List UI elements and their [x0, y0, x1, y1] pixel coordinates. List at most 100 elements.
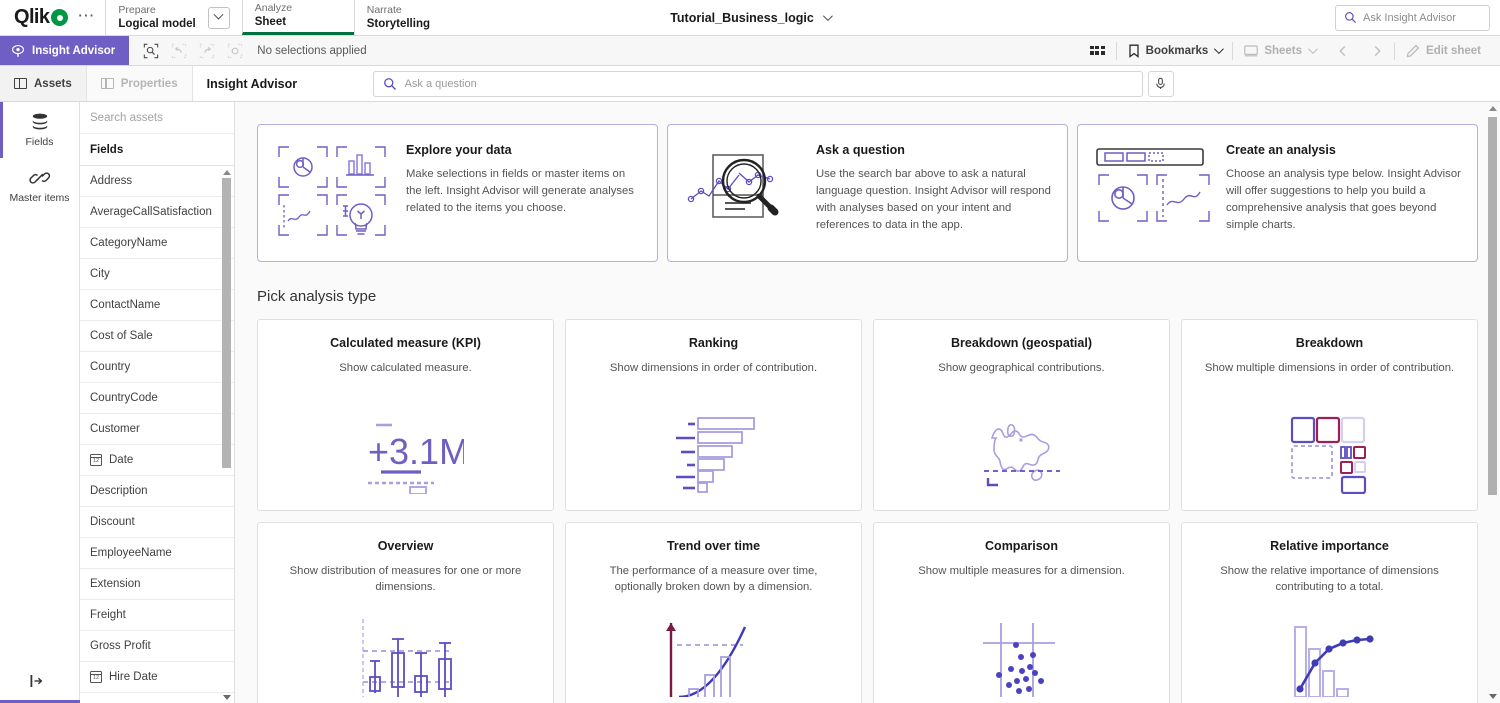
boxplot-art	[351, 619, 461, 697]
explore-data-illustration	[274, 143, 392, 239]
intro-card-ask[interactable]: Ask a question Use the search bar above …	[667, 124, 1068, 262]
chevron-down-icon	[1308, 44, 1318, 54]
list-item[interactable]: Extension	[80, 569, 234, 600]
create-analysis-illustration	[1094, 143, 1212, 229]
list-item[interactable]: Description	[80, 476, 234, 507]
undo-icon[interactable]	[166, 38, 192, 64]
scrollbar-thumb[interactable]	[1488, 117, 1497, 495]
scroll-up-icon[interactable]	[1486, 102, 1499, 115]
kpi-art: +3.1M	[348, 416, 464, 494]
search-assets-placeholder: Search assets	[90, 112, 163, 124]
analysis-card-comparison-title: Comparison	[985, 539, 1058, 553]
qlik-logo-text: Qlik	[14, 6, 49, 28]
insight-advisor-badge-label: Insight Advisor	[32, 45, 115, 57]
assets-scrollbar[interactable]	[221, 166, 232, 703]
nav-prepare[interactable]: Prepare Logical model	[105, 0, 241, 35]
prev-sheet-button[interactable]	[1326, 36, 1360, 66]
analysis-card-kpi-description: Show calculated measure.	[339, 360, 472, 376]
app-grid-button[interactable]	[1079, 36, 1116, 66]
scroll-up-icon[interactable]	[221, 166, 232, 178]
field-label: ContactName	[90, 299, 160, 311]
rail-item-master-items-label: Master items	[9, 192, 69, 204]
content-scrollbar[interactable]	[1486, 102, 1499, 703]
bookmarks-button[interactable]: Bookmarks	[1117, 36, 1233, 66]
microphone-button[interactable]	[1148, 71, 1174, 97]
main-body: Fields Master items Search assets Fields	[0, 102, 1500, 703]
breakdown-art	[1290, 416, 1370, 494]
ellipsis-icon[interactable]: ⋯	[77, 7, 95, 29]
ask-question-input[interactable]: Ask a question	[373, 71, 1143, 97]
fields-list[interactable]: Address AverageCallSatisfaction Category…	[80, 166, 234, 703]
nav-narrate[interactable]: Narrate Storytelling	[354, 0, 466, 35]
rail-item-master-items[interactable]: Master items	[0, 158, 79, 214]
analysis-card-ranking-description: Show dimensions in order of contribution…	[610, 360, 817, 376]
ask-question-placeholder: Ask a question	[405, 78, 477, 90]
list-item[interactable]: Customer	[80, 414, 234, 445]
tab-assets[interactable]: Assets	[0, 66, 87, 101]
analysis-card-relative-importance[interactable]: Relative importance Show the relative im…	[1181, 522, 1478, 703]
microphone-icon	[1154, 77, 1167, 90]
tab-properties[interactable]: Properties	[87, 66, 193, 101]
analysis-card-overview[interactable]: Overview Show distribution of measures f…	[257, 522, 554, 703]
list-item[interactable]: 12 Date	[80, 445, 234, 476]
rail-item-fields-label: Fields	[25, 136, 53, 148]
field-label: Cost of Sale	[90, 330, 153, 342]
scrollbar-thumb[interactable]	[222, 178, 231, 468]
analysis-card-trend[interactable]: Trend over time The performance of a mea…	[565, 522, 862, 703]
list-item[interactable]: Address	[80, 166, 234, 197]
analysis-card-ranking[interactable]: Ranking Show dimensions in order of cont…	[565, 319, 862, 511]
app-title-button[interactable]: Tutorial_Business_logic	[670, 11, 830, 25]
analysis-card-breakdown-geospatial[interactable]: Breakdown (geospatial) Show geographical…	[873, 319, 1170, 511]
sheets-label: Sheets	[1264, 45, 1302, 57]
nav-analyze[interactable]: Analyze Sheet	[242, 0, 354, 35]
scatter-art	[967, 619, 1077, 697]
nav-prepare-kicker: Prepare	[118, 4, 195, 17]
insight-advisor-badge[interactable]: Insight Advisor	[0, 36, 129, 65]
qlik-logo[interactable]: Qlik	[14, 7, 68, 28]
topbar-right: Ask Insight Advisor	[1335, 0, 1500, 35]
analysis-card-comparison[interactable]: Comparison Show multiple measures for a …	[873, 522, 1170, 703]
nav-narrate-value: Storytelling	[367, 17, 430, 31]
redo-icon[interactable]	[194, 38, 220, 64]
selection-status-text: No selections applied	[257, 45, 366, 57]
expand-panel-icon	[30, 674, 46, 688]
field-label: CategoryName	[90, 237, 167, 249]
rail-item-fields[interactable]: Fields	[0, 102, 79, 158]
scroll-down-icon[interactable]	[1486, 690, 1499, 703]
scroll-down-icon[interactable]	[221, 691, 232, 703]
ask-insight-advisor-input[interactable]: Ask Insight Advisor	[1335, 5, 1490, 31]
chevron-left-icon	[1337, 45, 1349, 57]
list-item[interactable]: AverageCallSatisfaction	[80, 197, 234, 228]
list-item[interactable]: CountryCode	[80, 383, 234, 414]
list-item[interactable]: Discount	[80, 507, 234, 538]
search-assets-input[interactable]: Search assets	[80, 102, 234, 134]
list-item[interactable]: Cost of Sale	[80, 321, 234, 352]
analysis-card-breakdown[interactable]: Breakdown Show multiple dimensions in or…	[1181, 319, 1478, 511]
selections-tool-icon[interactable]	[138, 38, 164, 64]
list-item[interactable]: City	[80, 259, 234, 290]
list-item[interactable]: Gross Profit	[80, 631, 234, 662]
list-item[interactable]: ContactName	[80, 290, 234, 321]
sheets-button[interactable]: Sheets	[1233, 36, 1326, 66]
intro-card-create-body: Choose an analysis type below. Insight A…	[1226, 166, 1461, 234]
calendar-icon: 12	[90, 671, 102, 683]
panel-layout-icon	[14, 78, 27, 89]
list-item[interactable]: Country	[80, 352, 234, 383]
intro-card-create[interactable]: Create an analysis Choose an analysis ty…	[1077, 124, 1478, 262]
analysis-card-overview-title: Overview	[378, 539, 434, 553]
subheader-spacer	[1235, 66, 1500, 101]
edit-sheet-button[interactable]: Edit sheet	[1395, 36, 1492, 66]
intro-card-explore-title: Explore your data	[406, 143, 641, 157]
list-item[interactable]: 12 Hire Date	[80, 662, 234, 693]
chevron-down-icon[interactable]	[208, 7, 230, 29]
clear-selections-icon[interactable]	[222, 38, 248, 64]
list-item[interactable]: Freight	[80, 600, 234, 631]
list-item[interactable]: EmployeeName	[80, 538, 234, 569]
analysis-card-breakdown-geospatial-title: Breakdown (geospatial)	[951, 336, 1092, 350]
analysis-card-kpi[interactable]: Calculated measure (KPI) Show calculated…	[257, 319, 554, 511]
next-sheet-button[interactable]	[1360, 36, 1394, 66]
intro-card-explore[interactable]: Explore your data Make selections in fie…	[257, 124, 658, 262]
pencil-icon	[1406, 44, 1420, 58]
expand-panel-button[interactable]	[0, 659, 79, 703]
list-item[interactable]: CategoryName	[80, 228, 234, 259]
